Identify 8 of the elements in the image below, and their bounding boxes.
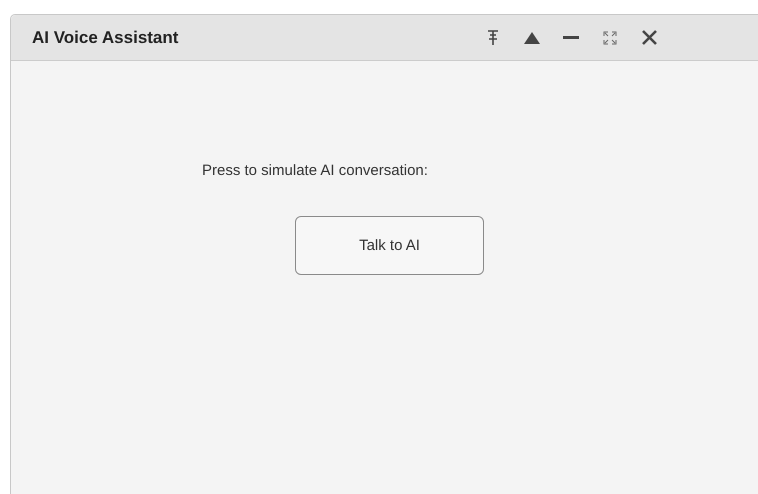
- minimize-icon[interactable]: [563, 36, 579, 40]
- talk-button[interactable]: Talk to AI: [295, 216, 484, 275]
- fullscreen-icon[interactable]: [603, 30, 617, 44]
- triangle-icon[interactable]: [523, 30, 541, 44]
- prompt-text: Press to simulate AI conversation:: [202, 162, 428, 179]
- close-icon[interactable]: [642, 30, 657, 45]
- pin-icon[interactable]: [487, 30, 499, 46]
- window-title: AI Voice Assistant: [32, 28, 180, 48]
